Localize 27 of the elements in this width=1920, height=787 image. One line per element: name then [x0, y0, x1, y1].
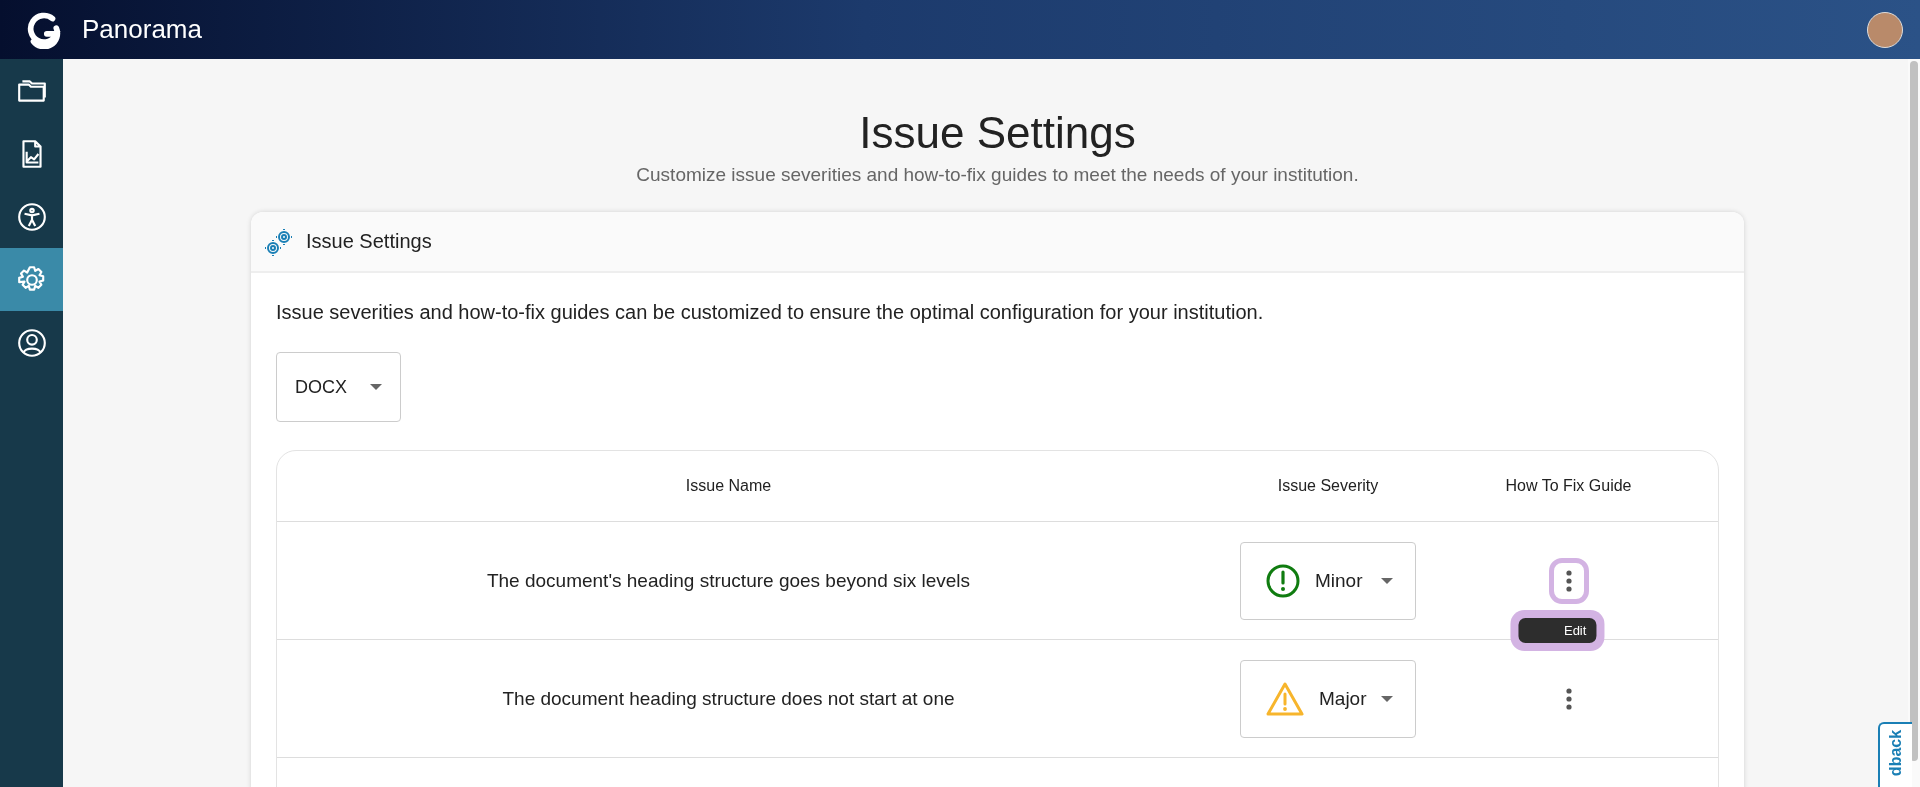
- caret-icon: [1381, 695, 1393, 702]
- user-icon: [15, 326, 48, 359]
- avatar[interactable]: [1867, 11, 1903, 48]
- file-type-select[interactable]: DOCX: [276, 352, 401, 422]
- severity-select[interactable]: Major: [1240, 659, 1416, 738]
- scrollbar[interactable]: [1908, 59, 1920, 787]
- card-title: Issue Settings: [306, 230, 432, 253]
- gears-icon: [264, 226, 294, 257]
- column-header: Issue Name: [684, 476, 773, 496]
- severity-select[interactable]: Minor: [1240, 541, 1416, 620]
- column-header: Issue Severity: [1276, 476, 1380, 496]
- app-title: Panorama: [82, 14, 202, 45]
- issue-name: The document heading structure does not start at one: [501, 686, 956, 711]
- caret-icon: [1381, 577, 1393, 584]
- exclamation-circle-icon: [1265, 562, 1301, 599]
- menu-item[interactable]: Edit: [1517, 618, 1597, 643]
- more-icon: [1565, 569, 1572, 592]
- warning-icon: [1265, 680, 1305, 717]
- more-icon: [1565, 687, 1572, 710]
- feedback-tab[interactable]: dback: [1878, 722, 1912, 787]
- card-description: Issue severities and how-to-fix guides can be customized to ensure the optimal configuration for your institution.: [276, 301, 1265, 324]
- page-title: Issue Settings: [859, 108, 1136, 158]
- page-subtitle: Customize issue severities and how-to-fix guides to meet the needs of your institution.: [636, 164, 1359, 186]
- accessibility-icon: [15, 200, 48, 233]
- caret-icon: [370, 384, 382, 390]
- issue-name: The document's heading structure goes beyond six levels: [485, 568, 972, 593]
- column-header: How To Fix Guide: [1504, 476, 1633, 496]
